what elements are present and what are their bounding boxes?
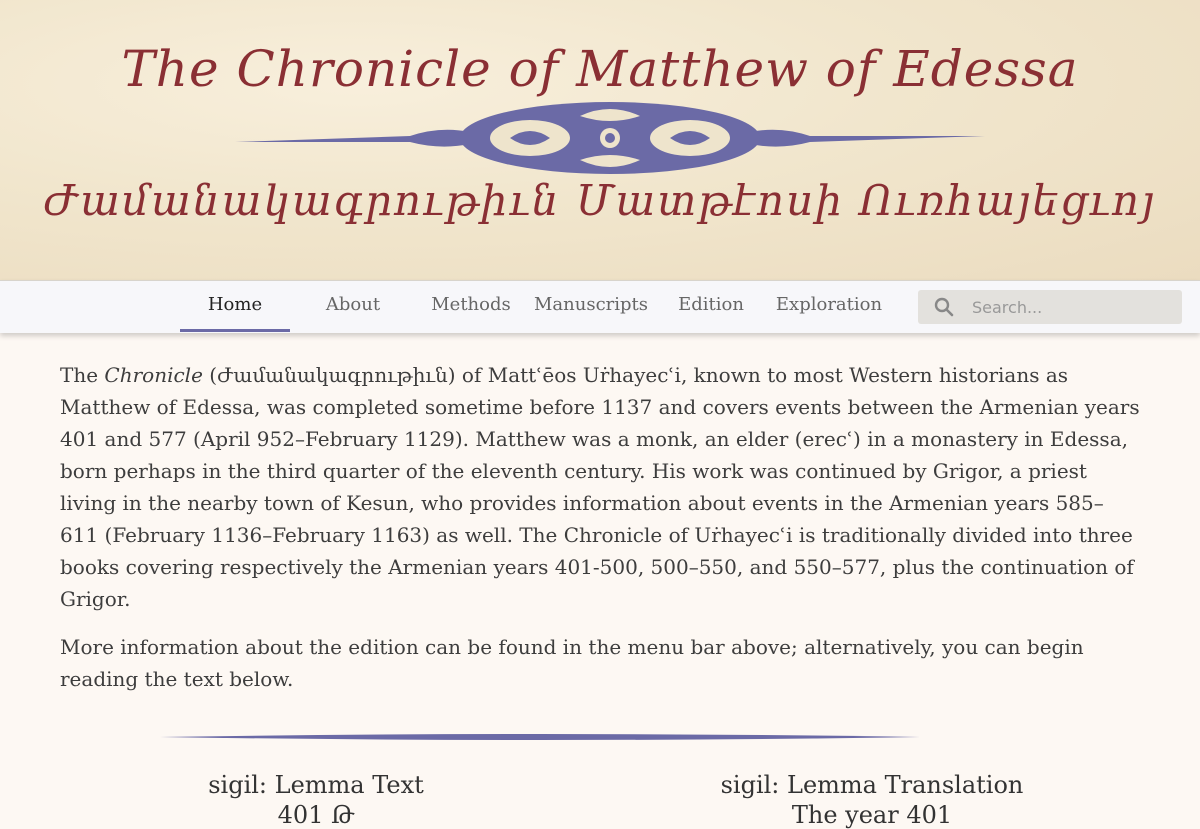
main-content: The Chronicle (Ժամանակագրութիւն) of Matt… bbox=[0, 333, 1200, 695]
header-banner: The Chronicle of Matthew of Edessa Ժաման… bbox=[0, 0, 1200, 280]
lemma-translation-year: The year 401 bbox=[791, 801, 953, 829]
main-navigation: Home About Methods Manuscripts Edition E… bbox=[0, 280, 1200, 333]
nav-home[interactable]: Home bbox=[180, 281, 290, 332]
intro-paragraph-2: More information about the edition can b… bbox=[60, 635, 1084, 691]
nav-edition[interactable]: Edition bbox=[656, 281, 766, 331]
intro-paragraph-1: The Chronicle (Ժամանակագրութիւն) of Matt… bbox=[60, 359, 1140, 615]
lemma-translation-header: sigil: Lemma Translation bbox=[720, 771, 1024, 799]
intro-text-lead: The bbox=[60, 363, 105, 387]
site-title-english: The Chronicle of Matthew of Edessa bbox=[121, 40, 1079, 98]
site-title-armenian: Ժամանակագրութիւն Մատթէոսի Ուռհայեցւոյ bbox=[43, 176, 1157, 225]
lemma-text-header: sigil: Lemma Text bbox=[208, 771, 424, 799]
nav-manuscripts[interactable]: Manuscripts bbox=[530, 281, 652, 331]
lemma-text-year: 401 Թ bbox=[277, 801, 355, 829]
search-input[interactable] bbox=[970, 296, 1174, 318]
text-columns: sigil: Lemma Text 401 Թ sigil: Lemma Tra… bbox=[0, 745, 1200, 829]
search-icon[interactable] bbox=[918, 297, 970, 317]
search-box[interactable] bbox=[918, 290, 1182, 324]
intro-title-italic: Chronicle bbox=[104, 363, 203, 387]
nav-methods[interactable]: Methods bbox=[416, 281, 526, 331]
nav-about[interactable]: About bbox=[298, 281, 408, 331]
ornamental-flourish bbox=[235, 102, 985, 174]
section-divider bbox=[160, 734, 920, 740]
nav-exploration[interactable]: Exploration bbox=[770, 281, 888, 331]
intro-text-body: (Ժամանակագրութիւն) of Mattʿēos Uṙhayecʿi… bbox=[60, 363, 1140, 611]
